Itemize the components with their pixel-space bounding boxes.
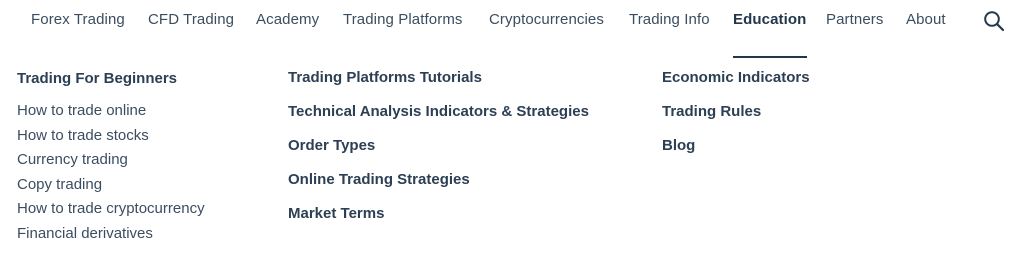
nav-item-education[interactable]: Education (733, 11, 806, 28)
menu-link-copy-trading[interactable]: Copy trading (17, 173, 205, 198)
menu-link-how-to-trade-online[interactable]: How to trade online (17, 99, 205, 124)
menu-link-financial-derivatives[interactable]: Financial derivatives (17, 222, 205, 247)
nav-item-trading-info[interactable]: Trading Info (629, 11, 710, 28)
active-nav-underline (733, 56, 807, 58)
menu-heading-trading-platforms-tutorials[interactable]: Trading Platforms Tutorials (288, 61, 589, 95)
menu-heading-market-terms[interactable]: Market Terms (288, 197, 589, 231)
menu-column-beginners: Trading For Beginners How to trade onlin… (17, 62, 205, 247)
menu-heading-order-types[interactable]: Order Types (288, 129, 589, 163)
search-icon[interactable] (983, 10, 1005, 32)
menu-column-tutorials: Trading Platforms Tutorials Technical An… (288, 62, 589, 231)
menu-heading-technical-analysis[interactable]: Technical Analysis Indicators & Strategi… (288, 95, 589, 129)
menu-link-how-to-trade-cryptocurrency[interactable]: How to trade cryptocurrency (17, 197, 205, 222)
nav-item-cfd-trading[interactable]: CFD Trading (148, 11, 234, 28)
menu-column-resources: Economic Indicators Trading Rules Blog (662, 62, 810, 163)
menu-heading-online-trading-strategies[interactable]: Online Trading Strategies (288, 163, 589, 197)
nav-item-forex-trading[interactable]: Forex Trading (31, 11, 125, 28)
menu-link-currency-trading[interactable]: Currency trading (17, 148, 205, 173)
top-navigation: Forex Trading CFD Trading Academy Tradin… (0, 0, 1024, 40)
nav-item-partners[interactable]: Partners (826, 11, 884, 28)
nav-item-cryptocurrencies[interactable]: Cryptocurrencies (489, 11, 604, 28)
menu-heading-blog[interactable]: Blog (662, 129, 810, 163)
menu-heading-trading-rules[interactable]: Trading Rules (662, 95, 810, 129)
education-mega-menu: Trading For Beginners How to trade onlin… (0, 62, 1024, 262)
menu-link-how-to-trade-stocks[interactable]: How to trade stocks (17, 124, 205, 149)
nav-item-trading-platforms[interactable]: Trading Platforms (343, 11, 463, 28)
menu-heading-economic-indicators[interactable]: Economic Indicators (662, 61, 810, 95)
menu-heading-trading-for-beginners[interactable]: Trading For Beginners (17, 70, 205, 87)
nav-item-about[interactable]: About (906, 11, 946, 28)
nav-item-academy[interactable]: Academy (256, 11, 319, 28)
